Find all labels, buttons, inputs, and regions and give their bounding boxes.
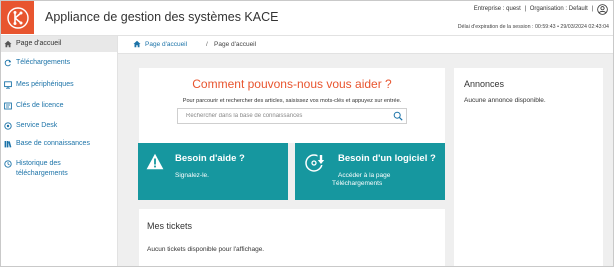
need-software-text-line1: Accéder à la page bbox=[338, 172, 391, 179]
sidebar: Page d'accueil Téléchargements Mes périp… bbox=[1, 36, 118, 266]
sidebar-item-service-desk[interactable]: Service Desk bbox=[1, 122, 117, 130]
disc-download-icon bbox=[305, 154, 325, 172]
books-icon bbox=[4, 140, 12, 148]
main-content: Comment pouvons-nous vous aider ? Pour p… bbox=[118, 54, 613, 266]
organisation-label[interactable]: Organisation : Default bbox=[530, 6, 588, 12]
breadcrumb: Page d'accueil / Page d'accueil bbox=[118, 36, 613, 54]
need-software-text: Accéder à la page bbox=[338, 172, 390, 180]
tickets-card: Mes tickets Aucun tickets disponible pou… bbox=[139, 209, 445, 266]
need-software-title: Besoin d'un logiciel ? bbox=[338, 153, 436, 164]
user-icon[interactable] bbox=[597, 4, 608, 15]
sidebar-item-cles-de-licence[interactable]: Clés de licence bbox=[1, 102, 117, 110]
home-icon bbox=[4, 40, 12, 48]
header-separator: | bbox=[591, 6, 593, 12]
entreprise-label[interactable]: Entreprise : quest bbox=[474, 6, 521, 12]
need-help-text: Signalez-le. bbox=[175, 172, 209, 179]
announcements-title: Annonces bbox=[464, 79, 505, 89]
monitor-icon bbox=[4, 81, 12, 89]
sidebar-item-telechargements[interactable]: Téléchargements bbox=[1, 59, 117, 67]
search-icon[interactable] bbox=[393, 111, 403, 121]
need-software-tile[interactable]: Besoin d'un logiciel ? Accéder à la page… bbox=[295, 143, 445, 200]
warning-icon bbox=[146, 153, 164, 170]
need-help-tile[interactable]: Besoin d'aide ? Signalez-le. bbox=[138, 143, 288, 200]
search-card: Comment pouvons-nous vous aider ? Pour p… bbox=[139, 68, 445, 143]
announcements-card: Annonces Aucune annonce disponible. bbox=[454, 68, 603, 266]
sidebar-item-label: Page d'accueil bbox=[16, 40, 62, 47]
search-instructions: Pour parcourir et rechercher des article… bbox=[182, 98, 402, 104]
kace-logo-icon bbox=[6, 6, 29, 29]
history-icon bbox=[4, 160, 12, 168]
sidebar-item-mes-peripheriques[interactable]: Mes périphériques bbox=[1, 81, 117, 89]
kace-logo[interactable] bbox=[1, 1, 34, 34]
search-input[interactable] bbox=[178, 109, 388, 123]
need-help-title: Besoin d'aide ? bbox=[175, 153, 245, 164]
sidebar-item-label: Service Desk bbox=[16, 122, 58, 129]
announcements-empty-message: Aucune annonce disponible. bbox=[464, 97, 546, 104]
help-heading: Comment pouvons-nous vous aider ? bbox=[192, 77, 392, 91]
session-timeout: Délai d'expiration de la session : 00:59… bbox=[457, 24, 609, 30]
refresh-icon bbox=[4, 59, 12, 67]
need-software-text-line2: Téléchargements bbox=[332, 180, 383, 187]
sidebar-item-label: Historique des téléchargements bbox=[16, 160, 68, 177]
sidebar-item-historique-des-telechargements[interactable]: Historique des téléchargements bbox=[1, 159, 117, 179]
sidebar-item-label: Téléchargements bbox=[16, 59, 71, 66]
sidebar-item-page-accueil[interactable]: Page d'accueil bbox=[1, 36, 117, 52]
license-icon bbox=[4, 102, 12, 110]
home-icon[interactable] bbox=[133, 40, 141, 48]
header-context: Entreprise : quest | Organisation : Defa… bbox=[472, 6, 593, 12]
sidebar-item-label: Clés de licence bbox=[16, 102, 64, 109]
tickets-empty-message: Aucun tickets disponible pour l'affichag… bbox=[147, 246, 265, 253]
breadcrumb-link-home[interactable]: Page d'accueil bbox=[145, 41, 187, 48]
sidebar-item-label: Base de connaissances bbox=[16, 140, 90, 147]
breadcrumb-separator: / bbox=[206, 41, 208, 48]
search-box bbox=[177, 108, 407, 124]
breadcrumb-current: Page d'accueil bbox=[214, 41, 257, 48]
sidebar-item-base-de-connaissances[interactable]: Base de connaissances bbox=[1, 140, 117, 148]
app-window: Appliance de gestion des systèmes KACE E… bbox=[0, 0, 614, 267]
app-title: Appliance de gestion des systèmes KACE bbox=[45, 10, 279, 24]
sidebar-item-label: Mes périphériques bbox=[16, 81, 74, 88]
header: Appliance de gestion des systèmes KACE E… bbox=[1, 1, 613, 36]
service-desk-icon bbox=[4, 122, 12, 130]
header-separator: | bbox=[524, 6, 527, 12]
tickets-title: Mes tickets bbox=[147, 221, 193, 231]
